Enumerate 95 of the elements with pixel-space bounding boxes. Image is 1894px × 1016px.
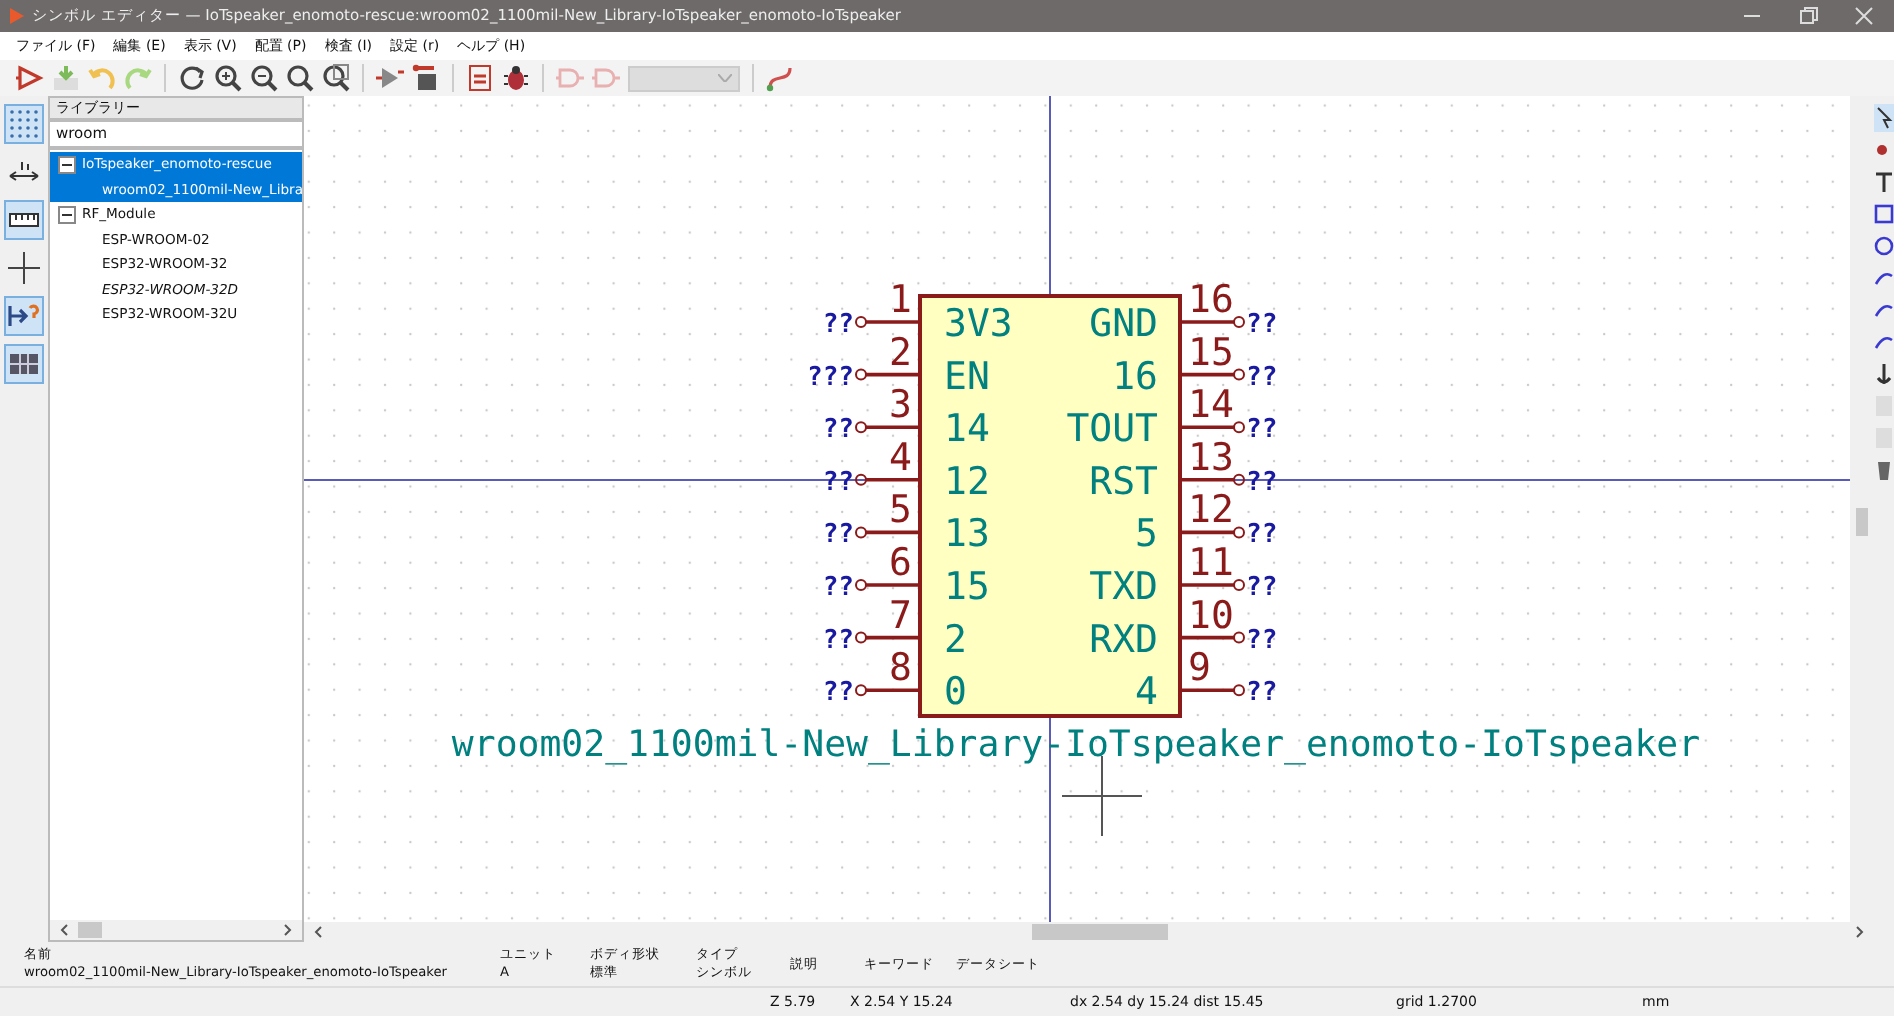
scroll-thumb[interactable] xyxy=(1856,508,1868,536)
pin-line xyxy=(855,368,920,381)
zoom-in-icon[interactable] xyxy=(214,64,242,92)
caret-icon xyxy=(718,74,732,82)
scroll-right-icon[interactable] xyxy=(284,924,292,936)
net-label: ??? xyxy=(807,362,854,393)
pin-name: 2 xyxy=(944,617,967,662)
pin-line xyxy=(1180,473,1245,486)
pin-line xyxy=(1180,368,1245,381)
pin-connection-icon[interactable] xyxy=(766,64,794,92)
pin-line xyxy=(855,684,920,697)
pin-name: 12 xyxy=(944,459,990,504)
grid-icon[interactable] xyxy=(4,104,44,144)
net-label: ?? xyxy=(822,573,854,603)
delete-icon[interactable] xyxy=(1874,456,1894,484)
scroll-thumb[interactable] xyxy=(1032,924,1168,940)
cursor-icon[interactable] xyxy=(4,248,44,288)
bug-icon[interactable] xyxy=(502,64,530,92)
pin-number: 10 xyxy=(1188,593,1234,638)
pin-number: 2 xyxy=(889,330,912,375)
pin-line xyxy=(1180,526,1245,539)
pin-line xyxy=(1180,579,1245,591)
pin-line xyxy=(855,579,920,591)
pin-name: RXD xyxy=(1089,617,1158,662)
pin-number: 12 xyxy=(1188,488,1234,533)
pin-line xyxy=(1180,684,1245,697)
collapse-icon[interactable] xyxy=(58,155,76,174)
zoom-fit-icon[interactable] xyxy=(286,64,314,92)
pin-number: 5 xyxy=(889,488,912,533)
pin-line xyxy=(1180,631,1245,644)
pin-number: 8 xyxy=(889,646,912,691)
net-label: ?? xyxy=(822,415,854,446)
pin-line xyxy=(855,316,920,328)
pin-name: GND xyxy=(1089,302,1158,346)
scroll-left-icon[interactable] xyxy=(60,924,68,936)
pin-line xyxy=(1180,316,1245,328)
net-label: ?? xyxy=(1246,520,1278,551)
net-label: ?? xyxy=(822,625,854,656)
pin-number: 15 xyxy=(1188,330,1234,375)
horizontal-scrollbar[interactable] xyxy=(50,920,302,940)
rectangle-icon[interactable] xyxy=(1874,200,1894,228)
pin-number: 3 xyxy=(889,383,912,428)
collapse-icon[interactable] xyxy=(58,205,76,224)
pin-number: 4 xyxy=(889,435,912,480)
pin-line xyxy=(855,421,920,434)
pin-number: 1 xyxy=(889,278,912,322)
net-label: ?? xyxy=(822,310,854,340)
pin-line xyxy=(1180,421,1245,434)
net-label: ?? xyxy=(1246,678,1278,709)
pin-name: 3V3 xyxy=(944,302,1013,346)
close-icon[interactable] xyxy=(1854,6,1874,26)
app-logo-icon xyxy=(8,8,24,24)
refresh-icon[interactable] xyxy=(178,64,206,92)
zoom-area-icon[interactable] xyxy=(322,64,350,92)
net-label: ?? xyxy=(822,678,854,709)
pin-number: 14 xyxy=(1188,383,1234,428)
pin-name: TOUT xyxy=(1066,407,1158,452)
net-label: ?? xyxy=(1246,625,1278,656)
pin-name: 14 xyxy=(944,407,990,452)
pin-number: 9 xyxy=(1188,646,1211,691)
pin-line xyxy=(855,631,920,644)
select-icon[interactable] xyxy=(1874,104,1894,132)
net-label: ?? xyxy=(1246,310,1278,340)
net-label: ?? xyxy=(1246,362,1278,393)
zoom-out-icon[interactable] xyxy=(250,64,278,92)
pin-name: 5 xyxy=(1135,512,1158,557)
pin-name: 13 xyxy=(944,512,990,557)
pin-table-icon[interactable] xyxy=(4,344,44,384)
pin-number: 6 xyxy=(889,541,912,585)
scroll-left-icon[interactable] xyxy=(314,926,322,938)
anchor-icon[interactable] xyxy=(1874,360,1894,388)
pin-number: 11 xyxy=(1188,541,1234,585)
symbol-icon[interactable] xyxy=(16,64,44,92)
text-icon[interactable] xyxy=(1874,168,1894,196)
circle-icon[interactable] xyxy=(1874,232,1894,260)
pin-name: 4 xyxy=(1135,670,1158,715)
pin-name: RST xyxy=(1089,459,1158,504)
net-label: ?? xyxy=(1246,415,1278,446)
pin-line xyxy=(855,526,920,539)
pin-number: 16 xyxy=(1188,278,1234,322)
scroll-thumb[interactable] xyxy=(78,922,102,938)
pin-name: 16 xyxy=(1112,354,1158,399)
restore-icon[interactable] xyxy=(1798,6,1818,26)
net-label: ?? xyxy=(822,520,854,551)
pin-name: 15 xyxy=(944,565,990,609)
pin-name: 0 xyxy=(944,670,967,715)
pin-line xyxy=(855,473,920,486)
net-label: ?? xyxy=(1246,573,1278,603)
pin-number: 7 xyxy=(889,593,912,638)
scroll-right-icon[interactable] xyxy=(1856,926,1864,938)
units-mm-icon[interactable] xyxy=(4,200,44,240)
pin-number: 13 xyxy=(1188,435,1234,480)
pin-name: EN xyxy=(944,354,990,399)
table-icon[interactable] xyxy=(412,64,440,92)
pin-name: TXD xyxy=(1089,565,1158,609)
